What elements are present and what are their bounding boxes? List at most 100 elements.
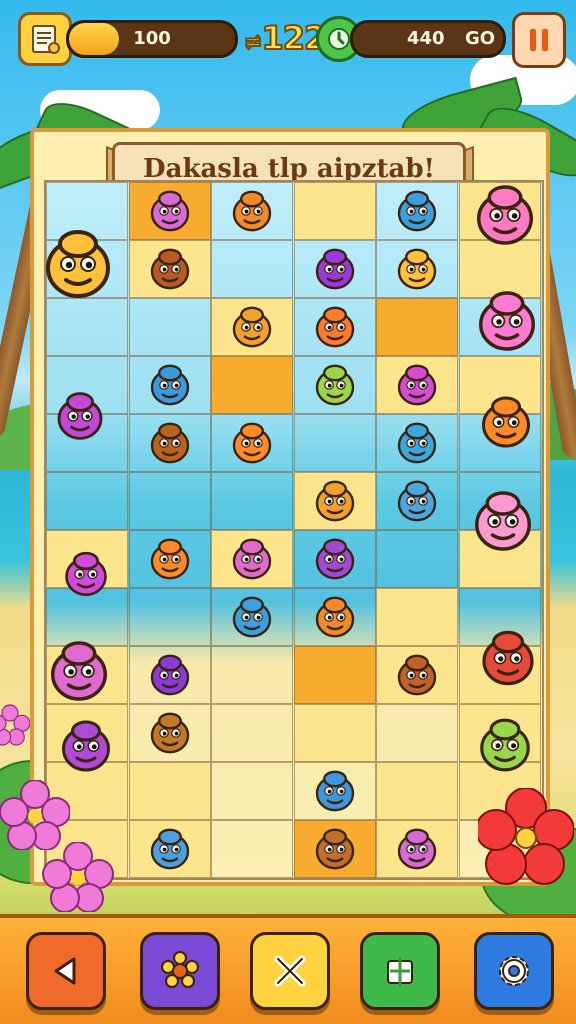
green-frog-icon[interactable] bbox=[311, 361, 359, 409]
grid-cell[interactable] bbox=[128, 414, 211, 472]
grid-cell[interactable] bbox=[46, 472, 128, 530]
blue-pufferfish-icon[interactable] bbox=[393, 477, 441, 525]
orange-crab-icon[interactable] bbox=[146, 535, 194, 583]
back-button[interactable] bbox=[26, 932, 106, 1010]
brown-bear-icon[interactable] bbox=[146, 245, 194, 293]
hint-button[interactable] bbox=[140, 932, 220, 1010]
brown-horse-icon[interactable] bbox=[393, 651, 441, 699]
grid-cell[interactable] bbox=[211, 472, 294, 530]
blue-fish-icon[interactable] bbox=[146, 361, 194, 409]
orange-fruit-icon[interactable] bbox=[228, 419, 276, 467]
grid-cell[interactable] bbox=[128, 646, 211, 704]
pink-hippo-icon[interactable] bbox=[228, 535, 276, 583]
pause-button[interactable] bbox=[512, 12, 566, 68]
grid-cell[interactable] bbox=[376, 240, 459, 298]
purple-squid-icon[interactable] bbox=[311, 535, 359, 583]
grid-cell[interactable] bbox=[293, 472, 376, 530]
brown-dino-icon[interactable] bbox=[146, 709, 194, 757]
grid-cell[interactable] bbox=[293, 240, 376, 298]
grid-cell[interactable] bbox=[128, 356, 211, 414]
pink-pig-icon[interactable] bbox=[468, 486, 538, 556]
grid-cell[interactable] bbox=[376, 704, 459, 762]
yellow-cow-icon[interactable] bbox=[38, 224, 118, 304]
grid-cell[interactable] bbox=[211, 820, 294, 878]
grid-cell[interactable] bbox=[128, 762, 211, 820]
grid-cell[interactable] bbox=[293, 530, 376, 588]
grid-cell[interactable] bbox=[376, 472, 459, 530]
grid-cell[interactable] bbox=[211, 414, 294, 472]
blue-dolphin-icon[interactable] bbox=[311, 767, 359, 815]
grid-cell[interactable] bbox=[293, 414, 376, 472]
shuffle-button[interactable] bbox=[250, 932, 330, 1010]
orange-apple-icon[interactable] bbox=[476, 392, 536, 452]
grid-cell[interactable] bbox=[128, 182, 211, 240]
grid-cell[interactable] bbox=[211, 240, 294, 298]
grid-cell[interactable] bbox=[376, 182, 459, 240]
green-fish-icon[interactable] bbox=[474, 714, 536, 776]
orange-fox-icon[interactable] bbox=[228, 187, 276, 235]
puzzle-button[interactable] bbox=[360, 932, 440, 1010]
back-arrow-icon bbox=[54, 957, 76, 985]
treasure-map-icon[interactable] bbox=[18, 12, 72, 66]
brown-octopus-icon[interactable] bbox=[146, 419, 194, 467]
grid-cell[interactable] bbox=[211, 182, 294, 240]
grid-cell[interactable] bbox=[376, 588, 459, 646]
settings-button[interactable] bbox=[474, 932, 554, 1010]
grid-cell[interactable] bbox=[376, 414, 459, 472]
grid-cell[interactable] bbox=[293, 588, 376, 646]
orange-owl-icon[interactable] bbox=[311, 593, 359, 641]
grid-cell[interactable] bbox=[128, 588, 211, 646]
grid-cell[interactable] bbox=[211, 588, 294, 646]
grid-cell[interactable] bbox=[293, 762, 376, 820]
grid-cell[interactable] bbox=[376, 646, 459, 704]
purple-radish-icon[interactable] bbox=[393, 825, 441, 873]
pink-bunny-icon[interactable] bbox=[472, 286, 542, 356]
grid-cell[interactable] bbox=[376, 820, 459, 878]
purple-grape-icon[interactable] bbox=[56, 716, 116, 776]
grid-cell[interactable] bbox=[211, 356, 294, 414]
gear-icon bbox=[499, 956, 529, 986]
red-strawberry-icon[interactable] bbox=[476, 626, 540, 690]
grid-cell[interactable] bbox=[211, 298, 294, 356]
pink-squid-icon[interactable] bbox=[146, 187, 194, 235]
grid-cell[interactable] bbox=[128, 298, 211, 356]
purple-blob-icon[interactable] bbox=[146, 651, 194, 699]
grid-cell[interactable] bbox=[211, 646, 294, 704]
grid-cell[interactable] bbox=[293, 182, 376, 240]
grid-cell[interactable] bbox=[293, 298, 376, 356]
grid-cell[interactable] bbox=[211, 762, 294, 820]
purple-ghost-icon[interactable] bbox=[311, 245, 359, 293]
grid-cell[interactable] bbox=[376, 298, 459, 356]
side-critter bbox=[474, 714, 536, 776]
orange-monkey-icon[interactable] bbox=[311, 477, 359, 525]
grid-cell[interactable] bbox=[211, 704, 294, 762]
pink-lady-icon[interactable] bbox=[44, 636, 114, 706]
pink-face-icon[interactable] bbox=[470, 180, 540, 250]
grid-cell[interactable] bbox=[376, 762, 459, 820]
yellow-shell-icon[interactable] bbox=[393, 245, 441, 293]
grid-cell[interactable] bbox=[376, 530, 459, 588]
brown-bear-2-icon[interactable] bbox=[311, 825, 359, 873]
grid-cell[interactable] bbox=[293, 704, 376, 762]
grid-cell[interactable] bbox=[211, 530, 294, 588]
purple-cube-icon[interactable] bbox=[60, 548, 112, 600]
game-scene: 100 ≠122 440 GO Dakasla tlp aipztab! bbox=[0, 0, 576, 1024]
purple-box-icon[interactable] bbox=[52, 388, 108, 444]
orange-bird-icon[interactable] bbox=[228, 303, 276, 351]
grid-cell[interactable] bbox=[293, 356, 376, 414]
grid-cell[interactable] bbox=[293, 646, 376, 704]
blue-seal-icon[interactable] bbox=[146, 825, 194, 873]
grid-cell[interactable] bbox=[128, 704, 211, 762]
grid-cell[interactable] bbox=[376, 356, 459, 414]
blue-shark-icon[interactable] bbox=[228, 593, 276, 641]
orange-blob-icon[interactable] bbox=[311, 303, 359, 351]
grid-cell[interactable] bbox=[128, 820, 211, 878]
grid-cell[interactable] bbox=[128, 240, 211, 298]
grid-cell[interactable] bbox=[46, 298, 128, 356]
grid-cell[interactable] bbox=[128, 530, 211, 588]
sea-cucumber-icon[interactable] bbox=[393, 361, 441, 409]
blue-bucket-icon[interactable] bbox=[393, 187, 441, 235]
blue-whale-icon[interactable] bbox=[393, 419, 441, 467]
grid-cell[interactable] bbox=[128, 472, 211, 530]
grid-cell[interactable] bbox=[293, 820, 376, 878]
